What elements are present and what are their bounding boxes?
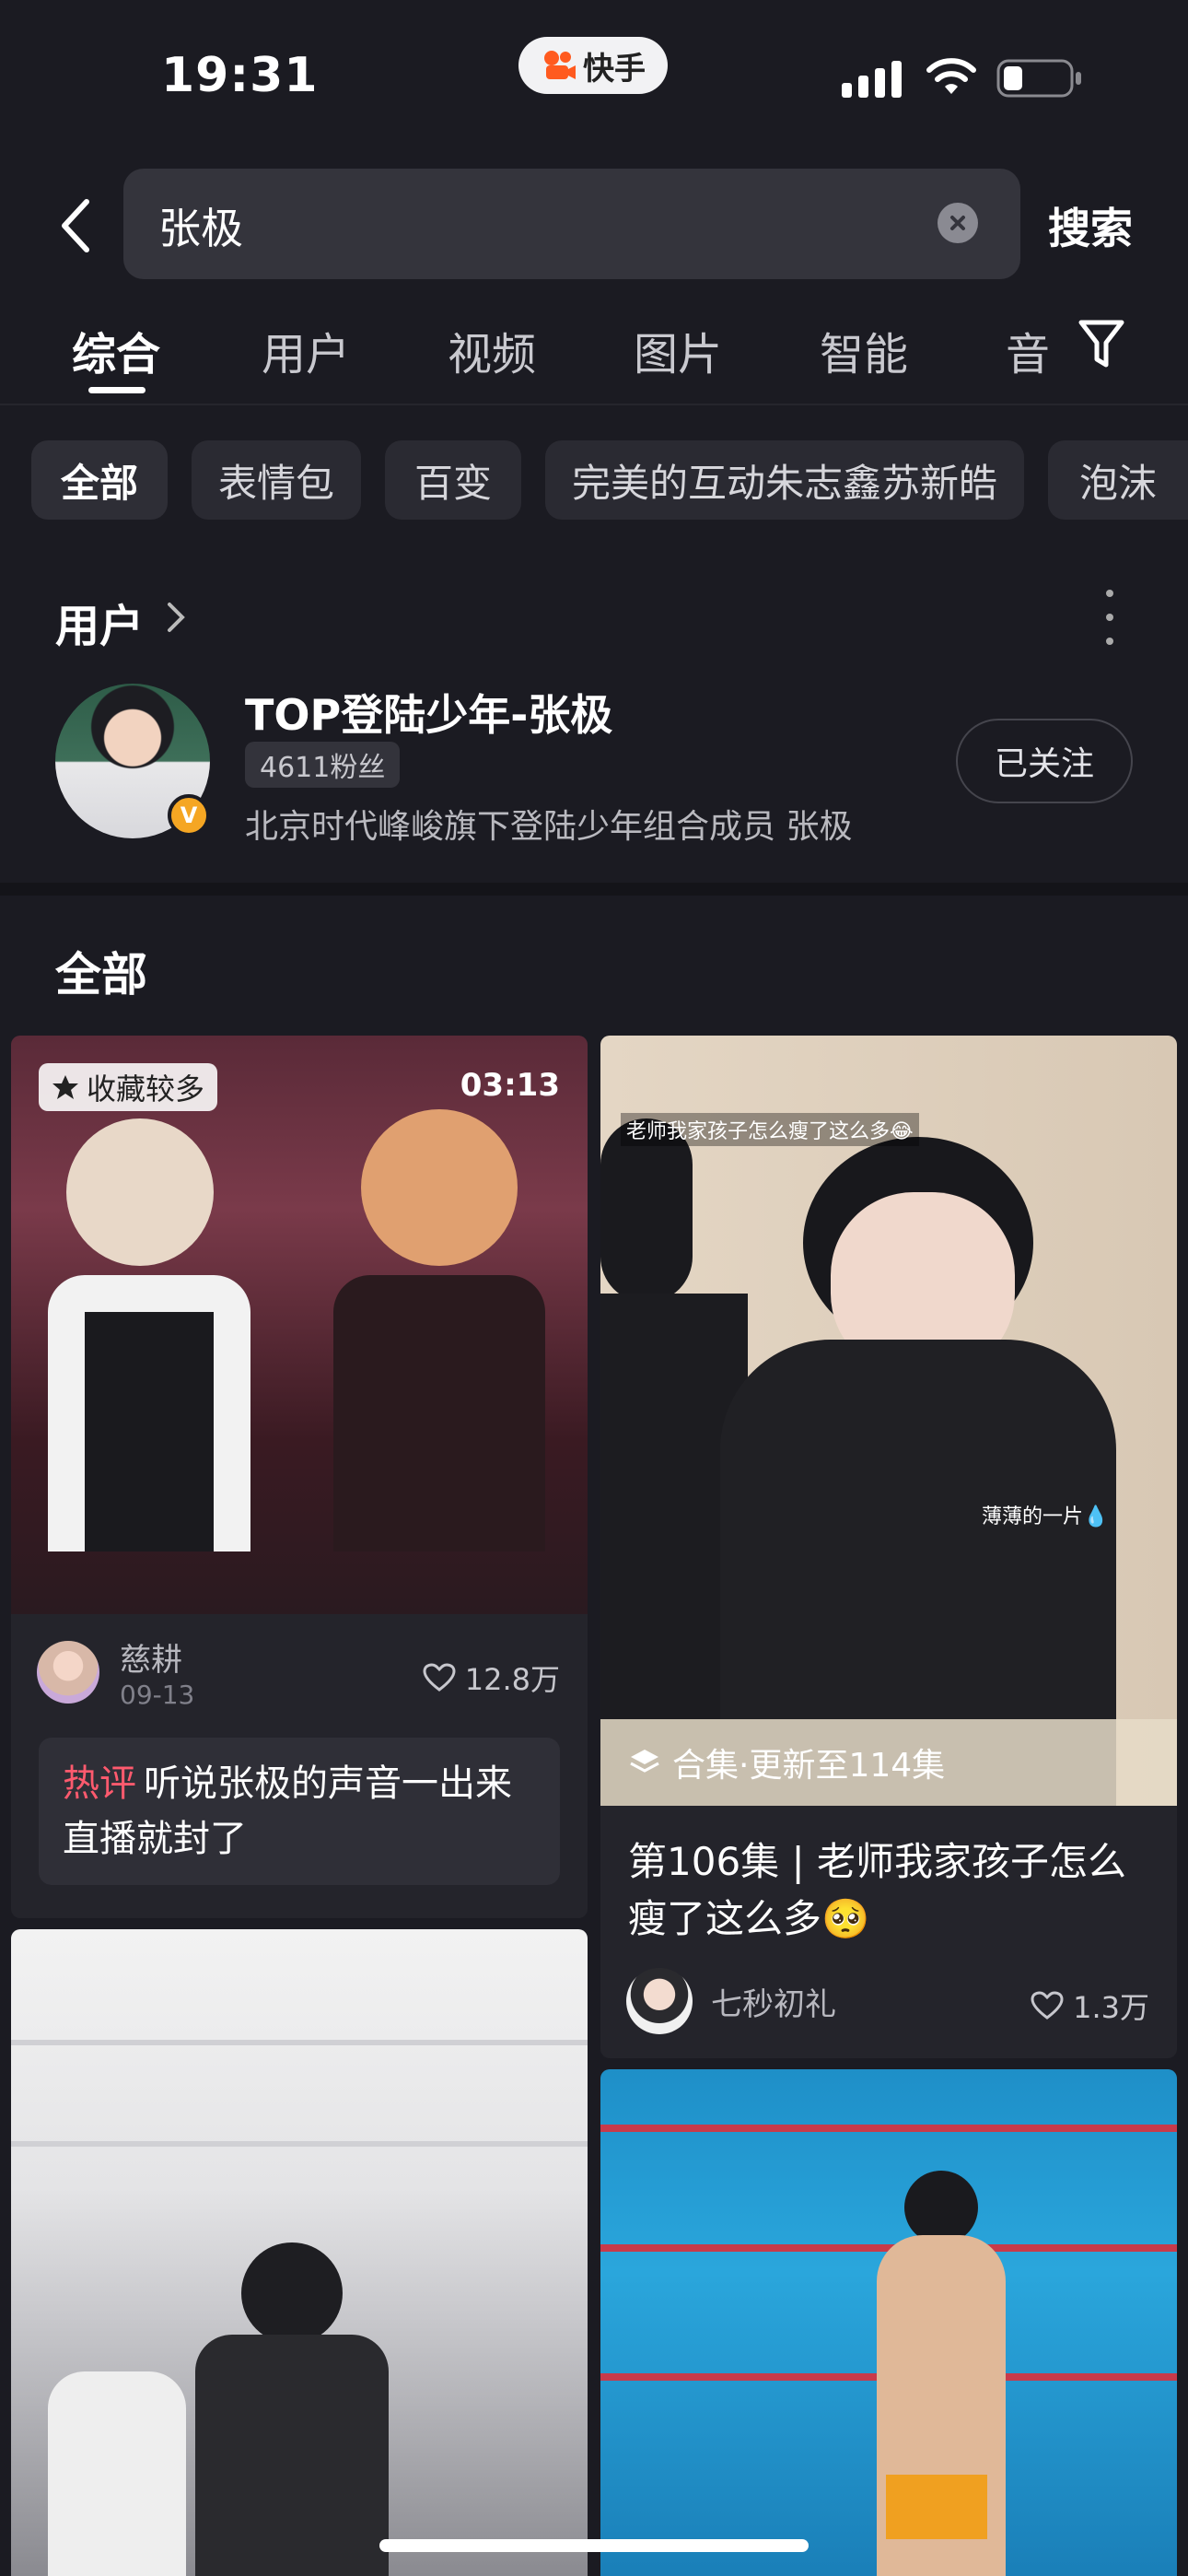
collection-label: 合集·更新至114集 [672, 1747, 946, 1785]
favorite-badge: 收藏较多 [39, 1063, 218, 1111]
author-name[interactable]: 慈耕 [120, 1634, 194, 1680]
layers-icon [630, 1750, 659, 1773]
chevron-right-icon[interactable] [162, 597, 190, 638]
chip-bubble[interactable]: 泡沫 [1048, 440, 1188, 520]
video-title[interactable]: 第106集 | 老师我家孩子怎么瘦了这么多🥺 [628, 1833, 1149, 1948]
video-card[interactable]: 老师我家孩子怎么瘦了这么多😂 薄薄的一片💧 合集·更新至114集 第106集 |… [600, 1036, 1177, 2058]
video-thumbnail[interactable] [600, 2069, 1177, 2576]
user-name[interactable]: TOP登陆少年-张极 [245, 682, 612, 743]
chip-interaction[interactable]: 完美的互动朱志鑫苏新皓 [545, 440, 1024, 520]
author-avatar[interactable] [626, 1968, 693, 2034]
chip-stickers[interactable]: 表情包 [192, 440, 361, 520]
kuaishou-logo-icon [544, 51, 576, 79]
user-description: 北京时代峰峻旗下登陆少年组合成员 张极 [245, 808, 853, 846]
like-count[interactable]: 12.8万 [423, 1657, 560, 1699]
tab-divider [0, 404, 1188, 405]
section-divider [0, 883, 1188, 896]
video-thumbnail[interactable] [11, 1036, 588, 1614]
tab-comprehensive[interactable]: 综合 [72, 318, 160, 382]
collection-bar[interactable]: 合集·更新至114集 [600, 1719, 1177, 1806]
search-button[interactable]: 搜索 [1048, 195, 1133, 256]
video-card[interactable] [600, 2069, 1177, 2576]
video-duration: 03:13 [460, 1067, 560, 1104]
tab-images[interactable]: 图片 [634, 318, 722, 382]
tab-music[interactable]: 音 [1006, 318, 1050, 382]
home-indicator [379, 2539, 809, 2552]
heart-icon [423, 1663, 456, 1692]
tab-smart[interactable]: 智能 [820, 318, 908, 382]
filter-icon[interactable] [1076, 317, 1127, 372]
app-name: 快手 [583, 50, 646, 88]
fans-count: 4611粉丝 [245, 742, 401, 788]
back-button[interactable] [48, 189, 103, 263]
app-indicator-pill[interactable]: 快手 [518, 37, 668, 94]
close-icon [950, 216, 965, 230]
card-author[interactable]: 七秒初礼 [626, 1968, 836, 2034]
search-input[interactable] [123, 169, 1020, 279]
tab-users[interactable]: 用户 [262, 318, 350, 382]
author-name[interactable]: 七秒初礼 [711, 1979, 836, 2024]
author-avatar[interactable] [37, 1641, 99, 1704]
like-count-text: 1.3万 [1073, 1990, 1149, 2025]
more-options-icon[interactable] [1096, 590, 1124, 645]
heart-icon [1031, 1991, 1064, 2020]
video-card[interactable]: 收藏较多 03:13 慈耕 09-13 12.8万 热评 听说张极的声音一出来直播… [11, 1036, 588, 1918]
video-overlay-subtitle: 薄薄的一片💧 [982, 1505, 1109, 1528]
video-card[interactable] [11, 1929, 588, 2576]
follow-button[interactable]: 已关注 [956, 719, 1133, 803]
battery-icon [996, 59, 1081, 98]
post-date: 09-13 [120, 1680, 195, 1710]
cellular-signal-icon [842, 61, 902, 98]
video-thumbnail[interactable] [11, 1929, 588, 2576]
wifi-icon [926, 58, 976, 94]
status-time: 19:31 [161, 48, 319, 103]
video-thumbnail[interactable] [600, 1036, 1177, 1806]
clear-search-button[interactable] [938, 203, 978, 243]
active-tab-indicator [88, 387, 146, 393]
chevron-left-icon [62, 199, 89, 252]
chip-variety[interactable]: 百变 [385, 440, 521, 520]
all-section-title: 全部 [55, 948, 147, 1001]
like-count[interactable]: 1.3万 [1031, 1985, 1149, 2027]
favorite-badge-label: 收藏较多 [87, 1071, 205, 1107]
like-count-text: 12.8万 [464, 1662, 560, 1697]
user-section-title[interactable]: 用户 [55, 590, 144, 654]
hot-comment-label: 热评 [63, 1762, 136, 1805]
star-icon [52, 1075, 78, 1099]
video-overlay-caption: 老师我家孩子怎么瘦了这么多😂 [621, 1113, 919, 1146]
hot-comment[interactable]: 热评 听说张极的声音一出来直播就封了 [39, 1738, 560, 1885]
card-author[interactable]: 慈耕 09-13 [37, 1634, 194, 1710]
chip-all[interactable]: 全部 [31, 440, 168, 520]
verified-badge-icon: V [168, 794, 210, 837]
search-query-text[interactable]: 张极 [158, 195, 243, 256]
tab-videos[interactable]: 视频 [448, 318, 536, 382]
